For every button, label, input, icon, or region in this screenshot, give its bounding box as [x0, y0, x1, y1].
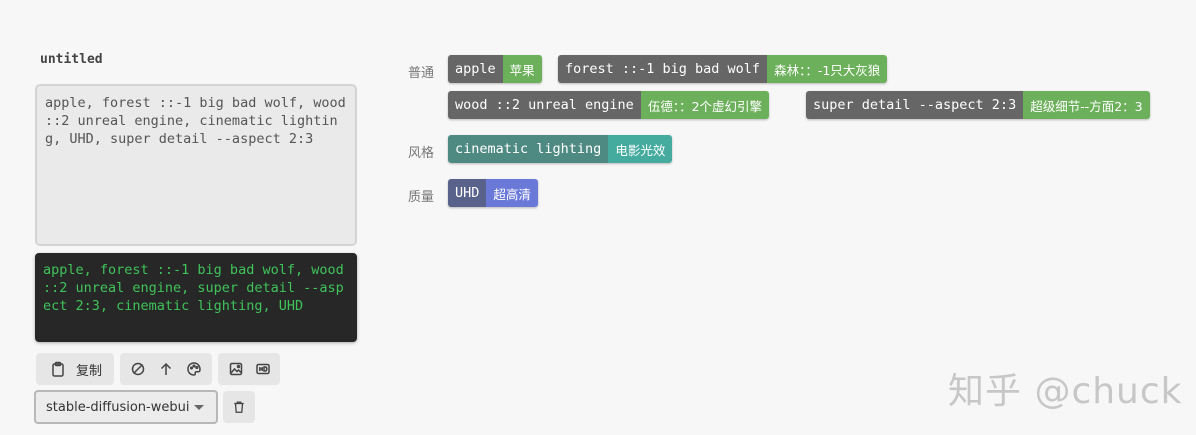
clipboard-icon — [48, 359, 68, 379]
copy-label: 复制 — [76, 363, 103, 379]
engine-select-value: stable-diffusion-webui — [46, 399, 190, 415]
arrow-up-icon[interactable] — [156, 359, 176, 379]
tag-chinese: 伍德：：2个虚幻引擎 — [640, 91, 770, 119]
tag-chinese: 超高清 — [486, 179, 538, 207]
tag-normal[interactable]: forest ::-1 big bad wolf 森林：：-1只大灰狼 — [558, 55, 888, 83]
prompt-title: untitled — [40, 52, 103, 67]
tag-normal[interactable]: apple 苹果 — [448, 55, 542, 83]
watermark: 知乎 @chuck — [948, 371, 1183, 412]
delete-button[interactable] — [223, 391, 255, 423]
tag-normal[interactable]: wood ::2 unreal engine 伍德：：2个虚幻引擎 — [448, 91, 770, 119]
prompt-input[interactable]: apple, forest ::-1 big bad wolf, wood ::… — [35, 84, 357, 246]
tag-english: apple — [448, 55, 503, 83]
palette-icon[interactable] — [184, 359, 204, 379]
tag-english: cinematic lighting — [448, 135, 609, 163]
tag-normal[interactable]: super detail --aspect 2:3 超级细节--方面2：3 — [806, 91, 1150, 119]
tag-english: super detail --aspect 2:3 — [806, 91, 1024, 119]
hd-icon[interactable] — [253, 359, 273, 379]
trash-icon — [234, 401, 244, 413]
tag-english: UHD — [448, 179, 487, 207]
engine-select[interactable]: stable-diffusion-webui — [34, 390, 218, 424]
image-button-group — [218, 353, 280, 385]
clear-icon[interactable] — [128, 359, 148, 379]
tag-english: forest ::-1 big bad wolf — [558, 55, 768, 83]
tool-button-group — [120, 353, 212, 385]
output-prompt: apple, forest ::-1 big bad wolf, wood ::… — [35, 253, 357, 342]
tag-chinese: 苹果 — [502, 55, 542, 83]
tag-english: wood ::2 unreal engine — [448, 91, 641, 119]
tag-quality[interactable]: UHD 超高清 — [448, 179, 538, 207]
category-label-quality: 质量 — [408, 190, 435, 205]
tag-chinese: 森林：：-1只大灰狼 — [767, 55, 888, 83]
tag-style[interactable]: cinematic lighting 电影光效 — [448, 135, 673, 163]
copy-button[interactable]: 复制 — [36, 353, 114, 385]
category-label-style: 风格 — [408, 146, 435, 161]
image-icon[interactable] — [226, 359, 246, 379]
chevron-down-icon — [194, 404, 204, 410]
category-label-normal: 普通 — [408, 66, 435, 81]
tag-chinese: 超级细节--方面2：3 — [1023, 91, 1150, 119]
tag-chinese: 电影光效 — [608, 135, 673, 163]
